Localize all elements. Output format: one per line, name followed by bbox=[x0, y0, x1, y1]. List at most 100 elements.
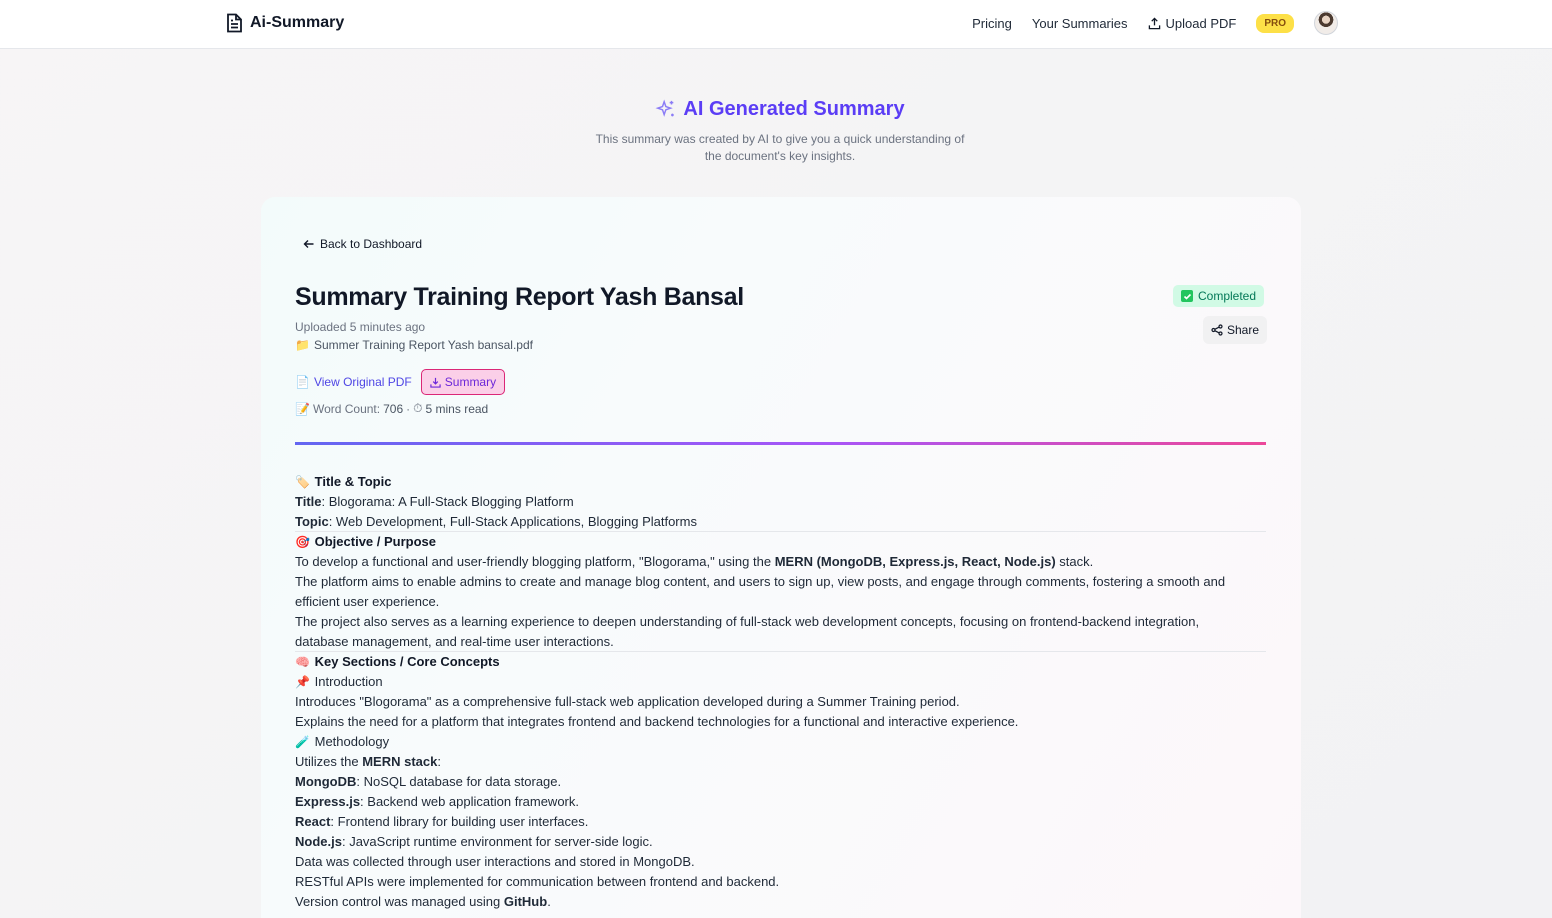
field-value: : Blogorama: A Full-Stack Blogging Platf… bbox=[321, 494, 574, 509]
field-label: Title bbox=[295, 494, 322, 509]
summary-line: React: Frontend library for building use… bbox=[295, 812, 1266, 832]
summary-line: Express.js: Backend web application fram… bbox=[295, 792, 1266, 812]
summary-line: Topic: Web Development, Full-Stack Appli… bbox=[295, 512, 1266, 532]
field-label: Node.js bbox=[295, 834, 342, 849]
text-segment: stack. bbox=[1055, 554, 1094, 569]
summary-line: Data was collected through user interact… bbox=[295, 854, 695, 869]
stats-separator: · bbox=[406, 401, 411, 416]
summary-line: Explains the need for a platform that in… bbox=[295, 714, 1019, 729]
label-icon: 🏷️ bbox=[295, 475, 310, 489]
summary-line: MongoDB: NoSQL database for data storage… bbox=[295, 772, 1266, 792]
file-name: Summer Training Report Yash bansal.pdf bbox=[313, 338, 533, 352]
top-nav: Ai-Summary Pricing Your Summaries Upload… bbox=[0, 0, 1552, 49]
word-count-value: 706 bbox=[383, 401, 404, 416]
share-label: Share bbox=[1227, 323, 1260, 337]
share-button[interactable]: Share bbox=[1203, 316, 1268, 344]
subsection-heading: 📌 Introduction bbox=[295, 672, 1266, 692]
hero-heading: AI Generated Summary bbox=[0, 98, 1552, 121]
subsection-title: Methodology bbox=[314, 734, 390, 749]
view-pdf-label: View Original PDF bbox=[313, 375, 412, 389]
summary-line: RESTful APIs were implemented for commun… bbox=[295, 874, 780, 889]
subsection-title: Introduction bbox=[314, 674, 383, 689]
status-label: Completed bbox=[1198, 289, 1257, 303]
summary-line: Utilizes the MERN stack: bbox=[295, 752, 1266, 772]
hero-subtitle: This summary was created by AI to give y… bbox=[590, 131, 970, 165]
section-heading: 🏷️ Title & Topic bbox=[295, 472, 1266, 492]
brand-name: Ai-Summary bbox=[250, 14, 345, 31]
sparkle-icon bbox=[655, 99, 675, 117]
bold-segment: MERN (MongoDB, Express.js, React, Node.j… bbox=[774, 554, 1056, 569]
text-segment: Version control was managed using bbox=[295, 894, 504, 909]
pdf-icon: 📄 bbox=[295, 375, 310, 389]
status-badge: Completed bbox=[1173, 285, 1265, 307]
summary-line: Version control was managed using GitHub… bbox=[295, 892, 1266, 912]
word-count-label: Word Count: bbox=[312, 401, 381, 416]
gradient-divider bbox=[295, 442, 1266, 445]
hero-subtitle-line: This summary was created by AI to give y… bbox=[595, 132, 965, 146]
field-label: Express.js bbox=[295, 794, 361, 809]
back-to-dashboard-link[interactable]: Back to Dashboard bbox=[303, 237, 422, 251]
summary-line: database management, and real-time user … bbox=[295, 632, 1266, 652]
brain-icon: 🧠 bbox=[295, 655, 310, 669]
stopwatch-icon: ⏱ bbox=[413, 401, 423, 415]
share-icon bbox=[1211, 324, 1223, 336]
summary-line: To develop a functional and user-friendl… bbox=[295, 552, 1266, 572]
uploaded-time: Uploaded 5 minutes ago bbox=[295, 320, 426, 334]
section-heading: 🧠 Key Sections / Core Concepts bbox=[295, 652, 1266, 672]
field-label: MongoDB bbox=[295, 774, 357, 789]
upload-icon bbox=[1148, 16, 1160, 29]
hero-subtitle-line: the document's key insights. bbox=[704, 149, 856, 163]
bold-segment: GitHub bbox=[503, 894, 548, 909]
summary-line: Node.js: JavaScript runtime environment … bbox=[295, 832, 1266, 852]
bold-segment: MERN stack bbox=[362, 754, 438, 769]
field-value: : Web Development, Full-Stack Applicatio… bbox=[328, 514, 697, 529]
section-title: Objective / Purpose bbox=[314, 534, 436, 549]
document-title: Summary Training Report Yash Bansal bbox=[295, 283, 744, 311]
hero-title: AI Generated Summary bbox=[683, 98, 905, 120]
field-value: : JavaScript runtime environment for ser… bbox=[341, 834, 653, 849]
nav-your-summaries[interactable]: Your Summaries bbox=[1032, 16, 1128, 31]
text-segment: To develop a functional and user-friendl… bbox=[295, 554, 775, 569]
read-time: 5 mins read bbox=[425, 401, 489, 416]
section-title: Title & Topic bbox=[314, 474, 392, 489]
memo-icon: 📝 bbox=[295, 401, 310, 416]
arrow-left-icon bbox=[303, 240, 314, 248]
summary-card: Back to Dashboard Summary Training Repor… bbox=[261, 197, 1301, 918]
text-segment: Utilizes the bbox=[295, 754, 363, 769]
file-name-row: 📁 Summer Training Report Yash bansal.pdf bbox=[295, 338, 533, 352]
back-label: Back to Dashboard bbox=[320, 237, 423, 251]
download-icon bbox=[430, 377, 441, 388]
view-original-pdf-link[interactable]: 📄 View Original PDF bbox=[295, 375, 412, 389]
test-tube-icon: 🧪 bbox=[295, 735, 310, 749]
document-icon bbox=[227, 13, 242, 33]
text-segment: . bbox=[547, 894, 551, 909]
summary-line: Introduces "Blogorama" as a comprehensiv… bbox=[295, 694, 960, 709]
pushpin-icon: 📌 bbox=[295, 675, 310, 689]
summary-content: 🏷️ Title & Topic Title: Blogorama: A Ful… bbox=[295, 472, 1266, 912]
brand-link[interactable]: Ai-Summary bbox=[225, 13, 344, 33]
nav-upload-pdf[interactable]: Upload PDF bbox=[1148, 15, 1237, 31]
summary-button-label: Summary bbox=[444, 375, 497, 389]
field-label: React bbox=[295, 814, 331, 829]
section-title: Key Sections / Core Concepts bbox=[314, 654, 500, 669]
nav-upload-label: Upload PDF bbox=[1165, 15, 1237, 31]
field-value: : Frontend library for building user int… bbox=[330, 814, 589, 829]
target-icon: 🎯 bbox=[295, 535, 310, 549]
pro-badge: PRO bbox=[1256, 13, 1294, 33]
download-summary-button[interactable]: Summary bbox=[420, 369, 506, 395]
document-stats: 📝 Word Count: 706 · ⏱ 5 mins read bbox=[295, 401, 488, 416]
summary-line: efficient user experience. bbox=[295, 594, 440, 609]
field-value: : Backend web application framework. bbox=[360, 794, 579, 809]
summary-line: The project also serves as a learning ex… bbox=[295, 614, 1200, 629]
section-heading: 🎯 Objective / Purpose bbox=[295, 532, 1266, 552]
summary-line: Title: Blogorama: A Full-Stack Blogging … bbox=[295, 492, 1266, 512]
check-icon bbox=[1181, 290, 1193, 302]
nav-pricing[interactable]: Pricing bbox=[972, 16, 1012, 31]
field-label: Topic bbox=[295, 514, 329, 529]
summary-line: The platform aims to enable admins to cr… bbox=[295, 574, 1226, 589]
subsection-heading: 🧪 Methodology bbox=[295, 732, 1266, 752]
field-value: : NoSQL database for data storage. bbox=[356, 774, 562, 789]
text-segment: : bbox=[437, 754, 441, 769]
user-avatar[interactable] bbox=[1314, 11, 1338, 35]
folder-icon: 📁 bbox=[295, 338, 310, 352]
